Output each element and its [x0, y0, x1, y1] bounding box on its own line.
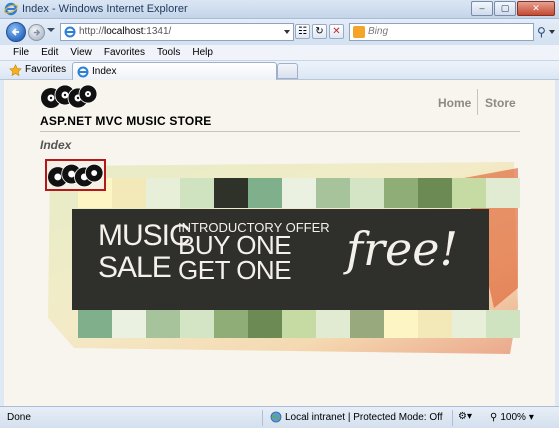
nav-home-link[interactable]: Home — [438, 96, 471, 110]
vinyl-records-icon — [47, 163, 104, 188]
banner-get-text: GET ONE — [178, 255, 292, 285]
banner-stripe — [452, 178, 486, 208]
banner-stripe — [146, 178, 180, 208]
arrow-right-icon — [33, 29, 41, 36]
store-name-heading[interactable]: ASP.NET MVC MUSIC STORE — [40, 114, 212, 128]
chevron-down-icon: ▾ — [528, 412, 534, 423]
banner-stripe — [112, 310, 146, 338]
favorites-bar: Favorites Index — [0, 61, 559, 80]
menu-file[interactable]: File — [13, 45, 29, 60]
banner-stripe — [248, 178, 282, 208]
banner-stripe — [180, 310, 214, 338]
banner-stripe — [418, 178, 452, 208]
new-tab-button[interactable] — [277, 63, 298, 79]
address-dropdown-icon[interactable] — [284, 30, 290, 34]
security-zone-label: Local intranet | Protected Mode: Off — [285, 411, 443, 423]
banner-stripe — [452, 310, 486, 338]
banner-stripe — [282, 178, 316, 208]
protected-mode-icon[interactable]: ⚙▾ — [458, 411, 472, 422]
arrow-left-icon — [11, 28, 19, 36]
featured-album-logo[interactable] — [45, 159, 106, 191]
window-title: Index - Windows Internet Explorer — [22, 3, 188, 15]
menu-help[interactable]: Help — [192, 45, 213, 60]
menu-tools[interactable]: Tools — [157, 45, 180, 60]
banner-stripe — [214, 310, 248, 338]
search-options-dropdown[interactable] — [549, 30, 555, 34]
offer-panel[interactable]: MUSIC SALE INTRODUCTORY OFFER BUY ONE GE… — [72, 209, 489, 310]
forward-button[interactable] — [28, 24, 45, 41]
banner-stripe — [316, 178, 350, 208]
search-placeholder: Bing — [368, 26, 389, 37]
page-content: ASP.NET MVC MUSIC STORE Home Store Index… — [4, 80, 555, 406]
tab-index[interactable]: Index — [72, 62, 277, 80]
back-button[interactable] — [6, 22, 26, 42]
banner-sale-text: SALE — [98, 251, 172, 284]
minimize-button[interactable]: – — [471, 1, 493, 16]
banner-stripe — [282, 310, 316, 338]
menu-bar: File Edit View Favorites Tools Help — [0, 45, 559, 61]
banner-stripe — [112, 178, 146, 208]
zoom-level: 100% — [500, 412, 526, 423]
title-bar: Index - Windows Internet Explorer – ▢ ✕ — [0, 0, 559, 19]
refresh-icon[interactable]: ↻ — [312, 24, 327, 39]
page-icon — [64, 26, 76, 38]
banner-stripe — [316, 310, 350, 338]
search-input[interactable]: Bing — [349, 23, 534, 41]
banner-stripe — [146, 310, 180, 338]
menu-edit[interactable]: Edit — [41, 45, 58, 60]
favorites-label: Favorites — [25, 64, 67, 75]
address-input[interactable]: http://localhost:1341/ — [60, 23, 294, 41]
nav-divider — [477, 89, 478, 115]
status-bar: Done Local intranet | Protected Mode: Of… — [0, 406, 559, 428]
page-title: Index — [40, 138, 72, 152]
menu-favorites[interactable]: Favorites — [104, 45, 145, 60]
address-text: http://localhost:1341/ — [79, 26, 172, 37]
nav-store-link[interactable]: Store — [485, 96, 516, 110]
search-icon[interactable]: ⚲ — [537, 25, 546, 39]
banner-music-text: MUSIC — [98, 219, 191, 252]
banner-stripe — [180, 178, 214, 208]
page-icon — [77, 66, 89, 77]
vinyl-records-logo[interactable] — [40, 83, 98, 109]
address-bar: http://localhost:1341/ ☷ ↻ ✕ Bing ⚲ — [0, 19, 559, 45]
banner-free-text: free! — [346, 222, 458, 276]
tab-label: Index — [92, 66, 117, 77]
close-button[interactable]: ✕ — [517, 1, 555, 16]
globe-icon — [270, 411, 282, 423]
banner-stripe — [350, 178, 384, 208]
banner-stripe — [248, 310, 282, 338]
banner-stripe — [384, 310, 418, 338]
header-divider — [40, 131, 520, 132]
stop-icon[interactable]: ✕ — [329, 24, 344, 39]
status-divider — [452, 410, 453, 426]
banner-stripe — [78, 310, 112, 338]
compatibility-view-icon[interactable]: ☷ — [295, 24, 310, 39]
banner-stripe — [486, 310, 520, 338]
banner-stripe — [486, 178, 520, 208]
right-border — [555, 80, 559, 406]
banner-stripe — [418, 310, 452, 338]
status-text: Done — [7, 412, 31, 423]
star-icon — [9, 63, 22, 76]
bing-icon — [353, 26, 365, 38]
status-divider — [262, 410, 263, 426]
maximize-button[interactable]: ▢ — [494, 1, 516, 16]
banner-stripe — [350, 310, 384, 338]
security-zone[interactable]: Local intranet | Protected Mode: Off — [270, 411, 443, 423]
recent-pages-dropdown[interactable] — [47, 28, 55, 32]
banner-stripe — [384, 178, 418, 208]
menu-view[interactable]: View — [70, 45, 92, 60]
zoom-control[interactable]: ⚲ 100% ▾ — [490, 412, 534, 423]
internet-explorer-icon — [4, 2, 18, 16]
banner-stripe — [214, 178, 248, 208]
zoom-icon: ⚲ — [490, 412, 498, 423]
favorites-button[interactable]: Favorites — [9, 63, 66, 77]
